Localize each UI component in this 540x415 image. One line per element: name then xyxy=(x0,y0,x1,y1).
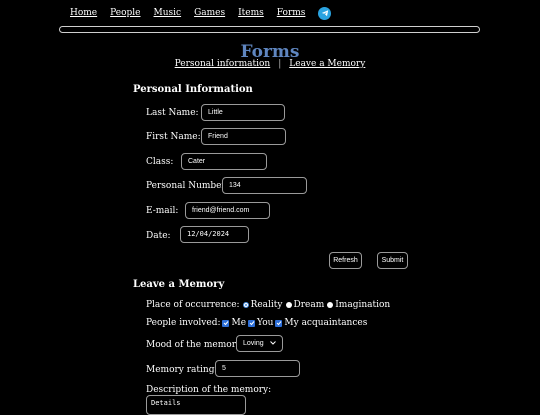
date-field[interactable]: 12/04/2024 xyxy=(180,226,249,243)
email-field[interactable]: friend@friend.com xyxy=(185,202,270,219)
date-label: Date: xyxy=(146,231,171,241)
nav-forms[interactable]: Forms xyxy=(277,8,306,18)
checkbox-acquaintances-label: My acquaintances xyxy=(284,318,368,328)
rating-label: Memory rating: xyxy=(146,365,218,375)
class-field[interactable]: Cater xyxy=(181,153,267,170)
nav-games[interactable]: Games xyxy=(194,8,225,18)
radio-reality-label: Reality xyxy=(250,300,283,310)
section-links: Personal information | Leave a Memory xyxy=(0,59,540,69)
first-name-field[interactable]: Friend xyxy=(201,128,286,145)
link-personal-information[interactable]: Personal information xyxy=(175,59,271,69)
radio-dream-label: Dream xyxy=(293,300,325,310)
last-name-field[interactable]: Little xyxy=(201,104,285,121)
class-label: Class: xyxy=(146,157,174,167)
personal-number-label: Personal Number: xyxy=(146,181,229,191)
radio-dream[interactable] xyxy=(285,302,292,308)
main-nav: Home People Music Games Items Forms xyxy=(70,6,332,20)
checkbox-me-label: Me xyxy=(231,318,247,328)
separator: | xyxy=(278,59,282,69)
occurrence-label: Place of occurrence: xyxy=(146,300,240,310)
first-name-label: First Name: xyxy=(146,132,201,142)
memory-heading: Leave a Memory xyxy=(133,279,225,290)
email-label: E-mail: xyxy=(146,206,179,216)
people-row: People involved: Me You My acquaintances xyxy=(146,318,367,328)
nav-home[interactable]: Home xyxy=(70,8,97,18)
personal-heading: Personal Information xyxy=(133,84,253,95)
chevron-down-icon xyxy=(270,336,276,351)
submit-button[interactable]: Submit xyxy=(377,252,408,269)
radio-imagination-label: Imagination xyxy=(335,300,391,310)
nav-music[interactable]: Music xyxy=(154,8,182,18)
checkbox-acquaintances[interactable] xyxy=(275,319,283,327)
last-name-label: Last Name: xyxy=(146,108,199,118)
description-textarea[interactable]: Details xyxy=(146,395,246,415)
telegram-icon[interactable] xyxy=(318,6,332,20)
description-label: Description of the memory: xyxy=(146,385,272,395)
occurrence-row: Place of occurrence: Reality Dream Imagi… xyxy=(146,300,390,310)
checkbox-me[interactable] xyxy=(222,319,230,327)
link-leave-memory[interactable]: Leave a Memory xyxy=(289,59,365,69)
rating-field[interactable]: 5 xyxy=(215,360,300,377)
nav-items[interactable]: Items xyxy=(238,8,264,18)
search-bar[interactable] xyxy=(59,26,480,33)
mood-value: Loving xyxy=(243,340,264,347)
checkbox-you[interactable] xyxy=(248,319,256,327)
radio-imagination[interactable] xyxy=(327,302,334,308)
mood-select[interactable]: Loving xyxy=(236,335,283,352)
radio-reality[interactable] xyxy=(242,302,249,308)
checkbox-you-label: You xyxy=(257,318,274,328)
mood-label: Mood of the memory: xyxy=(146,340,245,350)
refresh-button[interactable]: Refresh xyxy=(329,252,362,269)
nav-people[interactable]: People xyxy=(110,8,140,18)
personal-number-field[interactable]: 134 xyxy=(222,177,307,194)
people-label: People involved: xyxy=(146,318,221,328)
